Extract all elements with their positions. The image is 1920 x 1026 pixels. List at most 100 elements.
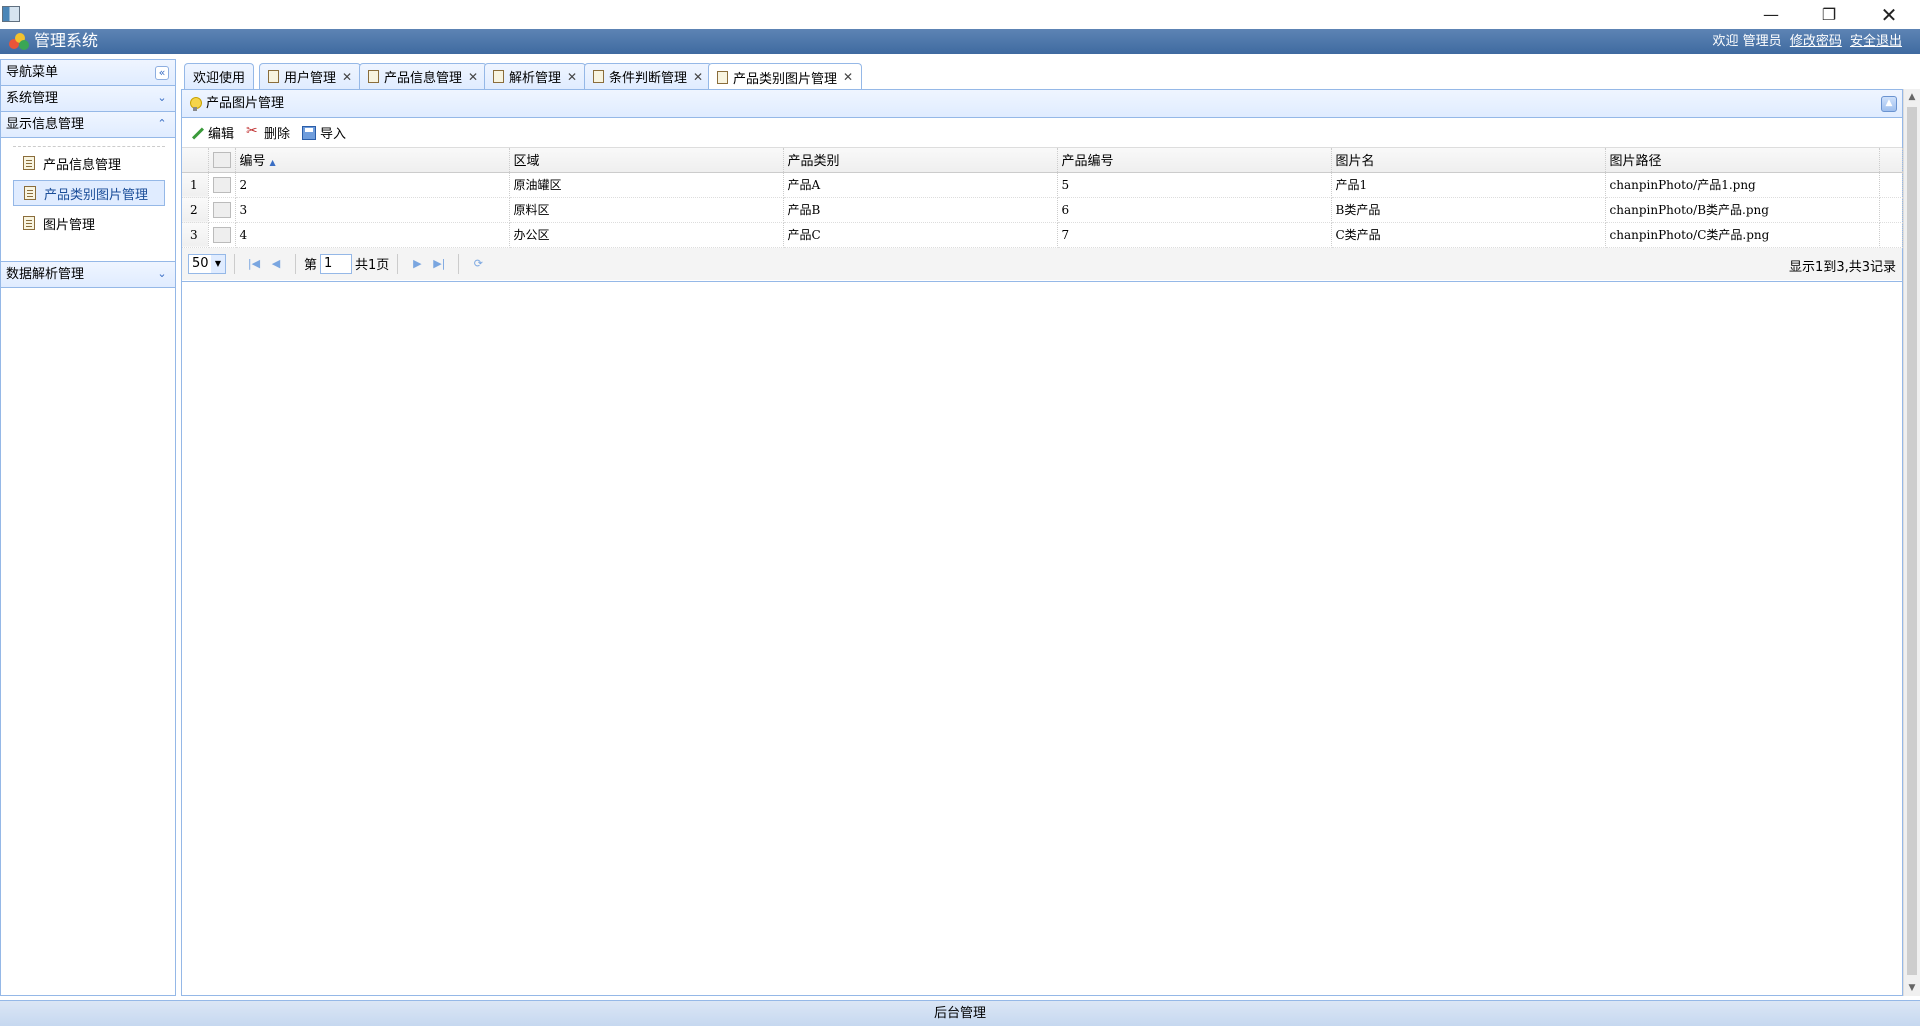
- cell-image-path: chanpinPhoto/B类产品.png: [1605, 197, 1880, 223]
- prev-page-icon[interactable]: ◀: [265, 254, 287, 274]
- column-header-category[interactable]: 产品类别: [783, 148, 1058, 173]
- column-header-id[interactable]: 编号 ▲: [235, 148, 510, 173]
- tab-parse-management[interactable]: 解析管理 ✕: [484, 63, 587, 89]
- dropdown-arrow-icon[interactable]: ▼: [211, 254, 225, 273]
- accordion-header-data-parse[interactable]: 数据解析管理 ⌄: [1, 262, 175, 288]
- tab-welcome[interactable]: 欢迎使用: [184, 63, 255, 89]
- close-window-button[interactable]: ✕: [1860, 0, 1918, 29]
- change-password-link[interactable]: 修改密码: [1790, 34, 1842, 49]
- tab-user-management[interactable]: 用户管理 ✕: [259, 63, 362, 89]
- column-header-image-path[interactable]: 图片路径: [1605, 148, 1880, 173]
- sort-ascending-icon: ▲: [269, 158, 276, 168]
- tab-close-icon[interactable]: ✕: [843, 70, 853, 84]
- first-page-icon[interactable]: |◀: [243, 254, 265, 274]
- vertical-scrollbar[interactable]: ▲ ▼: [1903, 89, 1920, 996]
- scissors-icon: [246, 123, 260, 140]
- cell-image-path: chanpinPhoto/C类产品.png: [1605, 222, 1880, 248]
- maximize-button[interactable]: ❐: [1800, 0, 1858, 29]
- cell-product-id: 6: [1057, 197, 1332, 223]
- lightbulb-icon: [190, 97, 202, 111]
- accordion-body-display-info: 产品信息管理 产品类别图片管理 图片管理: [1, 138, 175, 262]
- rownum-header: [182, 148, 209, 173]
- tab-close-icon[interactable]: ✕: [342, 70, 352, 84]
- window-titlebar: — ❐ ✕: [0, 0, 1920, 29]
- document-icon: [717, 70, 728, 84]
- cell-area: 办公区: [509, 222, 784, 248]
- column-header-area[interactable]: 区域: [509, 148, 784, 173]
- last-page-icon[interactable]: ▶|: [428, 254, 450, 274]
- floppy-disk-icon: [302, 125, 317, 140]
- separator: [234, 253, 235, 274]
- scroll-up-icon[interactable]: ▲: [1904, 89, 1920, 105]
- accordion-label: 系统管理: [6, 91, 59, 106]
- expand-chevron-icon[interactable]: ⌄: [155, 268, 169, 282]
- collapse-sidebar-icon[interactable]: «: [155, 66, 169, 80]
- cell-image-name: C类产品: [1331, 222, 1606, 248]
- column-header-image-name[interactable]: 图片名: [1331, 148, 1606, 173]
- delete-button[interactable]: 删除: [246, 123, 290, 143]
- cell-category: 产品A: [783, 172, 1058, 198]
- logout-link[interactable]: 安全退出: [1850, 34, 1902, 49]
- nav-menu-header: 导航菜单 «: [1, 60, 175, 86]
- tab-category-images[interactable]: 产品类别图片管理 ✕: [708, 63, 863, 90]
- table-row[interactable]: 3 4 办公区 产品C 7 C类产品 chanpinPhoto/C类产品.png: [182, 222, 1903, 248]
- tree-item-product-info[interactable]: 产品信息管理: [13, 150, 165, 176]
- document-icon: [493, 70, 504, 83]
- row-checkbox[interactable]: [208, 197, 236, 223]
- tab-label: 条件判断管理: [609, 71, 688, 86]
- grid-toolbar: 编辑 删除 导入: [182, 118, 1902, 148]
- row-filler: [1879, 222, 1903, 248]
- accordion-header-display-info[interactable]: 显示信息管理 ⌃: [1, 112, 175, 138]
- document-icon: [23, 216, 35, 230]
- separator: [458, 253, 460, 274]
- table-row[interactable]: 2 3 原料区 产品B 6 B类产品 chanpinPhoto/B类产品.png: [182, 197, 1903, 223]
- tab-close-icon[interactable]: ✕: [693, 70, 703, 84]
- refresh-icon[interactable]: ⟳: [467, 254, 489, 274]
- tree-item-label: 图片管理: [43, 217, 96, 233]
- import-button[interactable]: 导入: [302, 123, 346, 142]
- select-all-checkbox[interactable]: [208, 148, 236, 173]
- tab-close-icon[interactable]: ✕: [567, 70, 577, 84]
- tab-product-info[interactable]: 产品信息管理 ✕: [359, 63, 488, 89]
- tab-close-icon[interactable]: ✕: [468, 70, 478, 84]
- pagination-bar: 50 ▼ |◀ ◀ 第 1 共1页 ▶ ▶| ⟳ 显示1到3,共3记录: [182, 247, 1902, 280]
- welcome-text: 欢迎 管理员: [1712, 34, 1782, 49]
- row-checkbox[interactable]: [208, 222, 236, 248]
- tab-label: 产品信息管理: [384, 71, 463, 86]
- column-header-product-id[interactable]: 产品编号: [1057, 148, 1332, 173]
- page-size-value: 50: [192, 256, 209, 271]
- scroll-thumb[interactable]: [1907, 107, 1917, 975]
- nav-menu-title: 导航菜单: [6, 65, 59, 80]
- page-size-select[interactable]: 50 ▼: [188, 253, 226, 274]
- row-number: 2: [182, 197, 209, 223]
- tree-item-category-images[interactable]: 产品类别图片管理: [13, 180, 165, 206]
- document-icon: [368, 70, 379, 83]
- page-total: 共1页: [355, 258, 390, 273]
- header-filler: [1879, 148, 1903, 173]
- tabs-strip: 欢迎使用 用户管理 ✕ 产品信息管理 ✕ 解析管理 ✕ 条件判断管理 ✕ 产品类…: [181, 59, 1900, 90]
- edit-button[interactable]: 编辑: [190, 123, 234, 142]
- scroll-down-icon[interactable]: ▼: [1904, 980, 1920, 996]
- next-page-icon[interactable]: ▶: [406, 254, 428, 274]
- expand-chevron-icon[interactable]: ⌄: [155, 92, 169, 106]
- collapse-panel-icon[interactable]: ▲: [1881, 96, 1897, 112]
- document-icon: [593, 70, 604, 83]
- minimize-button[interactable]: —: [1742, 0, 1800, 29]
- app-title: 管理系统: [34, 31, 99, 50]
- cell-product-id: 7: [1057, 222, 1332, 248]
- row-filler: [1879, 197, 1903, 223]
- row-checkbox[interactable]: [208, 172, 236, 198]
- accordion-header-system[interactable]: 系统管理 ⌄: [1, 86, 175, 112]
- tree-item-image-management[interactable]: 图片管理: [13, 210, 165, 236]
- app-header: 管理系统 欢迎 管理员 修改密码 安全退出: [0, 29, 1920, 54]
- cell-category: 产品B: [783, 197, 1058, 223]
- collapse-chevron-icon[interactable]: ⌃: [155, 118, 169, 132]
- separator: [295, 253, 296, 274]
- table-row[interactable]: 1 2 原油罐区 产品A 5 产品1 chanpinPhoto/产品1.png: [182, 172, 1903, 198]
- cell-area: 原油罐区: [509, 172, 784, 198]
- panel-header: 产品图片管理 ▲: [182, 90, 1902, 118]
- accordion-label: 数据解析管理: [6, 267, 85, 282]
- tab-condition-management[interactable]: 条件判断管理 ✕: [584, 63, 713, 89]
- document-icon: [23, 156, 35, 170]
- page-number-input[interactable]: 1: [320, 253, 353, 274]
